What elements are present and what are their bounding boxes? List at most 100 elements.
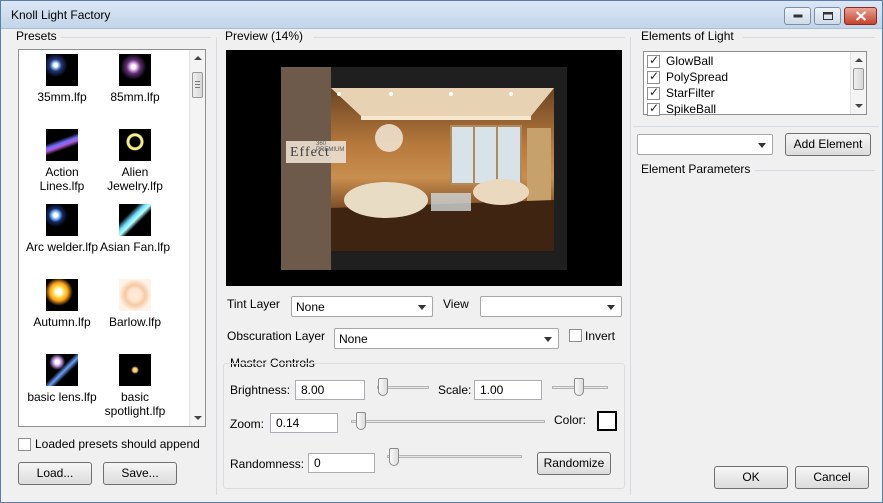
preset-thumbnail bbox=[119, 204, 151, 236]
light-factory-window: Knoll Light Factory Presets 35mm.lfp 85mm… bbox=[0, 0, 883, 503]
presets-list[interactable]: 35mm.lfp 85mm.lfp Action Lines.lfp Alien Je… bbox=[18, 49, 206, 427]
append-label: Loaded presets should append bbox=[35, 437, 200, 451]
preset-item[interactable]: Arc welder.lfp bbox=[22, 204, 102, 254]
randomize-button[interactable]: Randomize bbox=[537, 452, 611, 475]
preset-label: Arc welder.lfp bbox=[25, 240, 99, 254]
preset-item[interactable]: basic spotlight.lfp bbox=[95, 354, 175, 418]
invert-label: Invert bbox=[585, 329, 616, 343]
elements-separator bbox=[743, 37, 875, 38]
append-checkbox[interactable] bbox=[18, 438, 31, 451]
preset-thumbnail bbox=[46, 54, 78, 86]
preset-item[interactable]: basic lens.lfp bbox=[22, 354, 102, 404]
preset-thumbnail bbox=[46, 129, 78, 161]
view-select[interactable] bbox=[480, 296, 622, 317]
preset-thumbnail bbox=[46, 204, 78, 236]
maximize-button[interactable] bbox=[814, 7, 841, 25]
room-scene-icon bbox=[331, 88, 554, 251]
tint-layer-select[interactable]: None bbox=[291, 296, 433, 317]
element-label: GlowBall bbox=[666, 54, 714, 68]
scroll-up-icon[interactable] bbox=[855, 58, 863, 62]
save-button[interactable]: Save... bbox=[103, 462, 177, 485]
preset-label: Barlow.lfp bbox=[108, 315, 162, 329]
zoom-label: Zoom: bbox=[230, 417, 265, 431]
scroll-down-icon[interactable] bbox=[855, 104, 863, 108]
elements-scrollbar[interactable] bbox=[850, 52, 866, 114]
preset-thumbnail bbox=[119, 279, 151, 311]
preset-item[interactable]: Autumn.lfp bbox=[22, 279, 102, 329]
preset-label: basic lens.lfp bbox=[27, 390, 97, 404]
chevron-down-icon bbox=[607, 305, 615, 310]
element-checkbox[interactable] bbox=[647, 53, 660, 68]
zoom-slider-track[interactable] bbox=[351, 420, 545, 423]
presets-label: Presets bbox=[16, 29, 57, 43]
close-icon bbox=[855, 11, 866, 21]
preset-label: Asian Fan.lfp bbox=[99, 240, 171, 254]
randomness-slider-track[interactable] bbox=[387, 455, 522, 458]
load-button[interactable]: Load... bbox=[18, 462, 92, 485]
preset-label: 35mm.lfp bbox=[37, 90, 87, 104]
title-bar[interactable]: Knoll Light Factory bbox=[1, 1, 882, 29]
randomness-label: Randomness: bbox=[230, 457, 305, 471]
add-element-select[interactable] bbox=[637, 134, 773, 155]
ok-button[interactable]: OK bbox=[714, 466, 788, 489]
preview-frame: Effect 360 PREMIUM bbox=[281, 67, 567, 270]
elements-label: Elements of Light bbox=[641, 29, 734, 43]
scroll-down-icon[interactable] bbox=[194, 416, 202, 420]
preset-item[interactable]: Action Lines.lfp bbox=[22, 129, 102, 193]
preview-side-panel bbox=[281, 67, 331, 270]
cancel-button[interactable]: Cancel bbox=[795, 466, 869, 489]
element-checkbox[interactable] bbox=[647, 85, 660, 100]
element-label: PolySpread bbox=[666, 70, 729, 84]
tint-layer-value: None bbox=[296, 300, 325, 314]
presets-scrollbar[interactable] bbox=[189, 50, 205, 426]
scale-field[interactable]: 1.00 bbox=[474, 380, 542, 400]
randomness-slider-handle[interactable] bbox=[389, 448, 399, 466]
elements-divider bbox=[633, 126, 879, 127]
elements-list[interactable]: GlowBall PolySpread StarFilter SpikeBall bbox=[643, 51, 867, 116]
close-button[interactable] bbox=[844, 7, 877, 25]
preview-overlay-small: 360 PREMIUM bbox=[316, 141, 345, 153]
obscuration-layer-value: None bbox=[339, 332, 368, 346]
zoom-field[interactable]: 0.14 bbox=[270, 413, 338, 433]
scroll-thumb[interactable] bbox=[853, 68, 864, 90]
element-label: StarFilter bbox=[666, 86, 715, 100]
preset-thumbnail bbox=[119, 354, 151, 386]
randomness-field[interactable]: 0 bbox=[308, 453, 375, 473]
obscuration-layer-label: Obscuration Layer bbox=[227, 329, 326, 343]
scale-slider-handle[interactable] bbox=[574, 378, 584, 396]
add-element-button[interactable]: Add Element bbox=[785, 133, 871, 156]
preset-item[interactable]: 35mm.lfp bbox=[22, 54, 102, 104]
preset-label: basic spotlight.lfp bbox=[104, 390, 166, 418]
chevron-down-icon bbox=[418, 305, 426, 310]
color-swatch[interactable] bbox=[597, 411, 617, 431]
preset-item[interactable]: Barlow.lfp bbox=[95, 279, 175, 329]
scale-label: Scale: bbox=[438, 383, 472, 397]
preset-thumbnail bbox=[46, 279, 78, 311]
right-divider bbox=[630, 37, 631, 495]
color-label: Color: bbox=[554, 413, 587, 427]
preset-item[interactable]: 85mm.lfp bbox=[95, 54, 175, 104]
preview-separator bbox=[313, 37, 625, 38]
obscuration-layer-select[interactable]: None bbox=[334, 328, 559, 349]
scroll-thumb[interactable] bbox=[192, 72, 203, 98]
brightness-field[interactable]: 8.00 bbox=[295, 380, 365, 400]
preview-canvas[interactable]: Effect 360 PREMIUM bbox=[226, 50, 622, 286]
brightness-slider-handle[interactable] bbox=[378, 378, 388, 396]
tint-layer-label: Tint Layer bbox=[227, 297, 280, 311]
maximize-icon bbox=[822, 12, 833, 20]
preview-overlay-tag: Effect 360 PREMIUM bbox=[286, 141, 346, 163]
preset-item[interactable]: Asian Fan.lfp bbox=[95, 204, 175, 254]
chevron-down-icon bbox=[758, 143, 766, 148]
window-title: Knoll Light Factory bbox=[11, 8, 111, 22]
preset-item[interactable]: Alien Jewelry.lfp bbox=[95, 129, 175, 193]
chevron-down-icon bbox=[544, 337, 552, 342]
zoom-slider-handle[interactable] bbox=[356, 412, 366, 430]
element-label: SpikeBall bbox=[666, 102, 717, 116]
minimize-button[interactable] bbox=[784, 7, 811, 25]
preset-label: 85mm.lfp bbox=[110, 90, 160, 104]
preset-label: Alien Jewelry.lfp bbox=[107, 165, 163, 193]
element-checkbox[interactable] bbox=[647, 69, 660, 84]
invert-checkbox[interactable] bbox=[569, 329, 582, 342]
scroll-up-icon[interactable] bbox=[194, 56, 202, 60]
element-checkbox[interactable] bbox=[647, 101, 660, 116]
